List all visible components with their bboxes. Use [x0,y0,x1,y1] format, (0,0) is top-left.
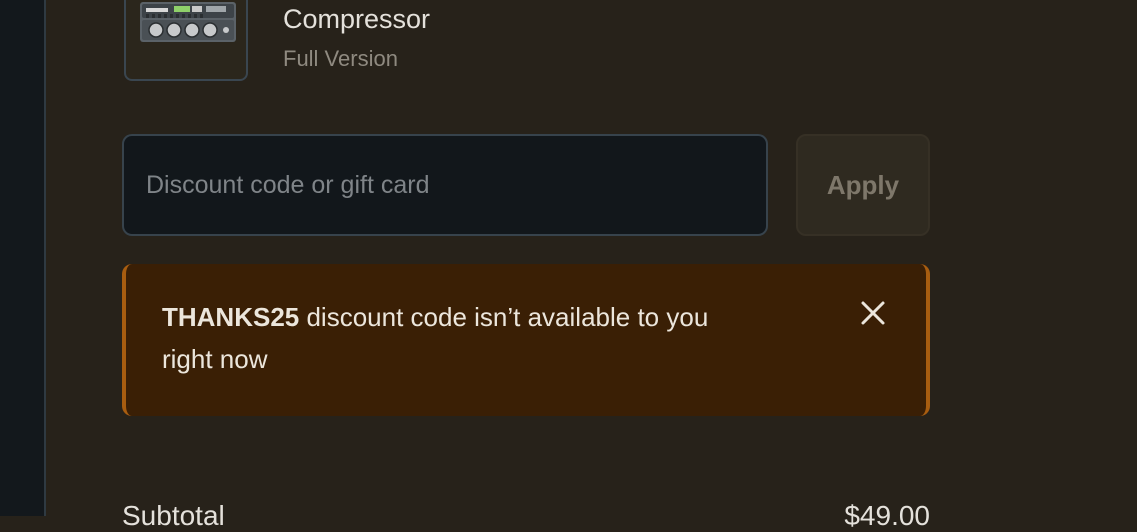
subtotal-value: $49.00 [844,500,930,531]
discount-error-banner: THANKS25 discount code isn’t available t… [122,264,930,416]
left-panel-edge [0,0,46,516]
close-alert-button[interactable] [856,296,890,330]
subtotal-label: Subtotal [122,500,225,531]
alert-message: THANKS25 discount code isn’t available t… [162,296,782,380]
compressor-plugin-thumbnail-icon [140,2,236,42]
discount-code-input[interactable] [122,134,768,236]
alert-message-line1: discount code isn’t available to you [299,302,709,332]
product-variant: Full Version [283,46,398,71]
close-icon [861,301,885,325]
alert-message-line2: right now [162,344,268,374]
discount-code-text: THANKS25 [162,302,300,332]
product-thumbnail [124,0,248,81]
product-name: Compressor [283,4,431,34]
apply-button[interactable]: Apply [796,134,930,236]
